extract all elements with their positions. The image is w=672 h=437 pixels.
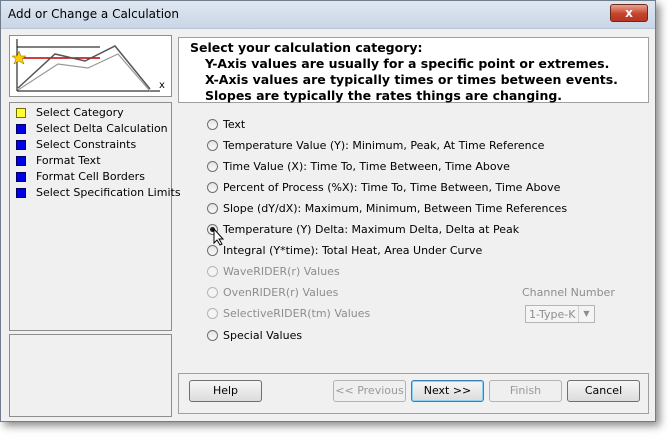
category-options: Text Temperature Value (Y): Minimum, Pea… [178,107,649,372]
step-pending-marker [16,124,26,134]
radio-button[interactable] [207,140,218,151]
step-label: Select Constraints [36,138,137,151]
option-label: Integral (Y*time): Total Heat, Area Unde… [223,244,483,257]
option-label: OvenRIDER(r) Values [223,286,339,299]
radio-button[interactable] [207,245,218,256]
option-label: Special Values [223,329,303,342]
radio-button[interactable] [207,119,218,130]
step-format-text: Format Text [10,153,171,169]
option-label: Percent of Process (%X): Time To, Time B… [223,181,561,194]
option-label: Time Value (X): Time To, Time Between, T… [223,160,510,173]
radio-button[interactable] [207,161,218,172]
radio-button[interactable] [207,182,218,193]
wizard-steps-list: Select Category Select Delta Calculation… [9,102,181,331]
thumbnail-x-label: x [159,80,165,91]
previous-button[interactable]: << Previous [333,380,406,402]
step-pending-marker [16,172,26,182]
option-label: WaveRIDER(r) Values [223,265,340,278]
step-label: Select Specification Limits [36,186,181,199]
channel-number-select[interactable]: 1-Type-K ▼ [525,305,595,323]
step-format-cell-borders: Format Cell Borders [10,169,171,185]
profile-thumbnail-graph [11,39,160,92]
option-label: Temperature Value (Y): Minimum, Peak, At… [223,139,545,152]
chevron-down-icon[interactable]: ▼ [578,306,594,322]
radio-button[interactable] [207,203,218,214]
profile-thumbnail: x [9,35,172,97]
step-select-specification-limits: Select Specification Limits [10,185,181,201]
instructions-panel: Select your calculation category: Y-Axis… [178,37,649,103]
finish-button[interactable]: Finish [489,380,562,402]
instructions-line: X-Axis values are typically times or tim… [205,72,618,87]
step-label: Format Cell Borders [36,170,145,183]
step-select-constraints: Select Constraints [10,137,171,153]
channel-number-label: Channel Number [522,286,615,299]
channel-number-value: 1-Type-K [529,308,576,321]
cancel-button[interactable]: Cancel [567,380,640,402]
title-bar[interactable]: Add or Change a Calculation x [1,1,655,29]
empty-info-panel [9,334,172,417]
step-label: Select Delta Calculation [36,122,168,135]
next-button[interactable]: Next >> [411,380,484,402]
radio-button[interactable] [207,266,218,277]
option-label: Text [223,118,246,131]
radio-button[interactable] [207,308,218,319]
radio-button[interactable] [207,287,218,298]
instructions-line: Y-Axis values are usually for a specific… [205,56,610,71]
step-select-category: Select Category [10,105,171,121]
step-pending-marker [16,140,26,150]
option-label: Temperature (Y) Delta: Maximum Delta, De… [223,223,520,236]
option-label: Slope (dY/dX): Maximum, Minimum, Between… [223,202,568,215]
step-pending-marker [16,188,26,198]
window-title: Add or Change a Calculation [8,7,180,21]
option-label: SelectiveRIDER(tm) Values [223,307,371,320]
step-label: Format Text [36,154,101,167]
close-button[interactable]: x [610,4,648,22]
radio-button[interactable] [207,330,218,341]
instructions-line: Slopes are typically the rates things ar… [205,88,563,103]
step-pending-marker [16,156,26,166]
help-button[interactable]: Help [189,380,262,402]
step-select-delta-calculation: Select Delta Calculation [10,121,171,137]
step-label: Select Category [36,106,124,119]
step-current-marker [16,108,26,118]
instructions-title: Select your calculation category: [190,40,423,55]
